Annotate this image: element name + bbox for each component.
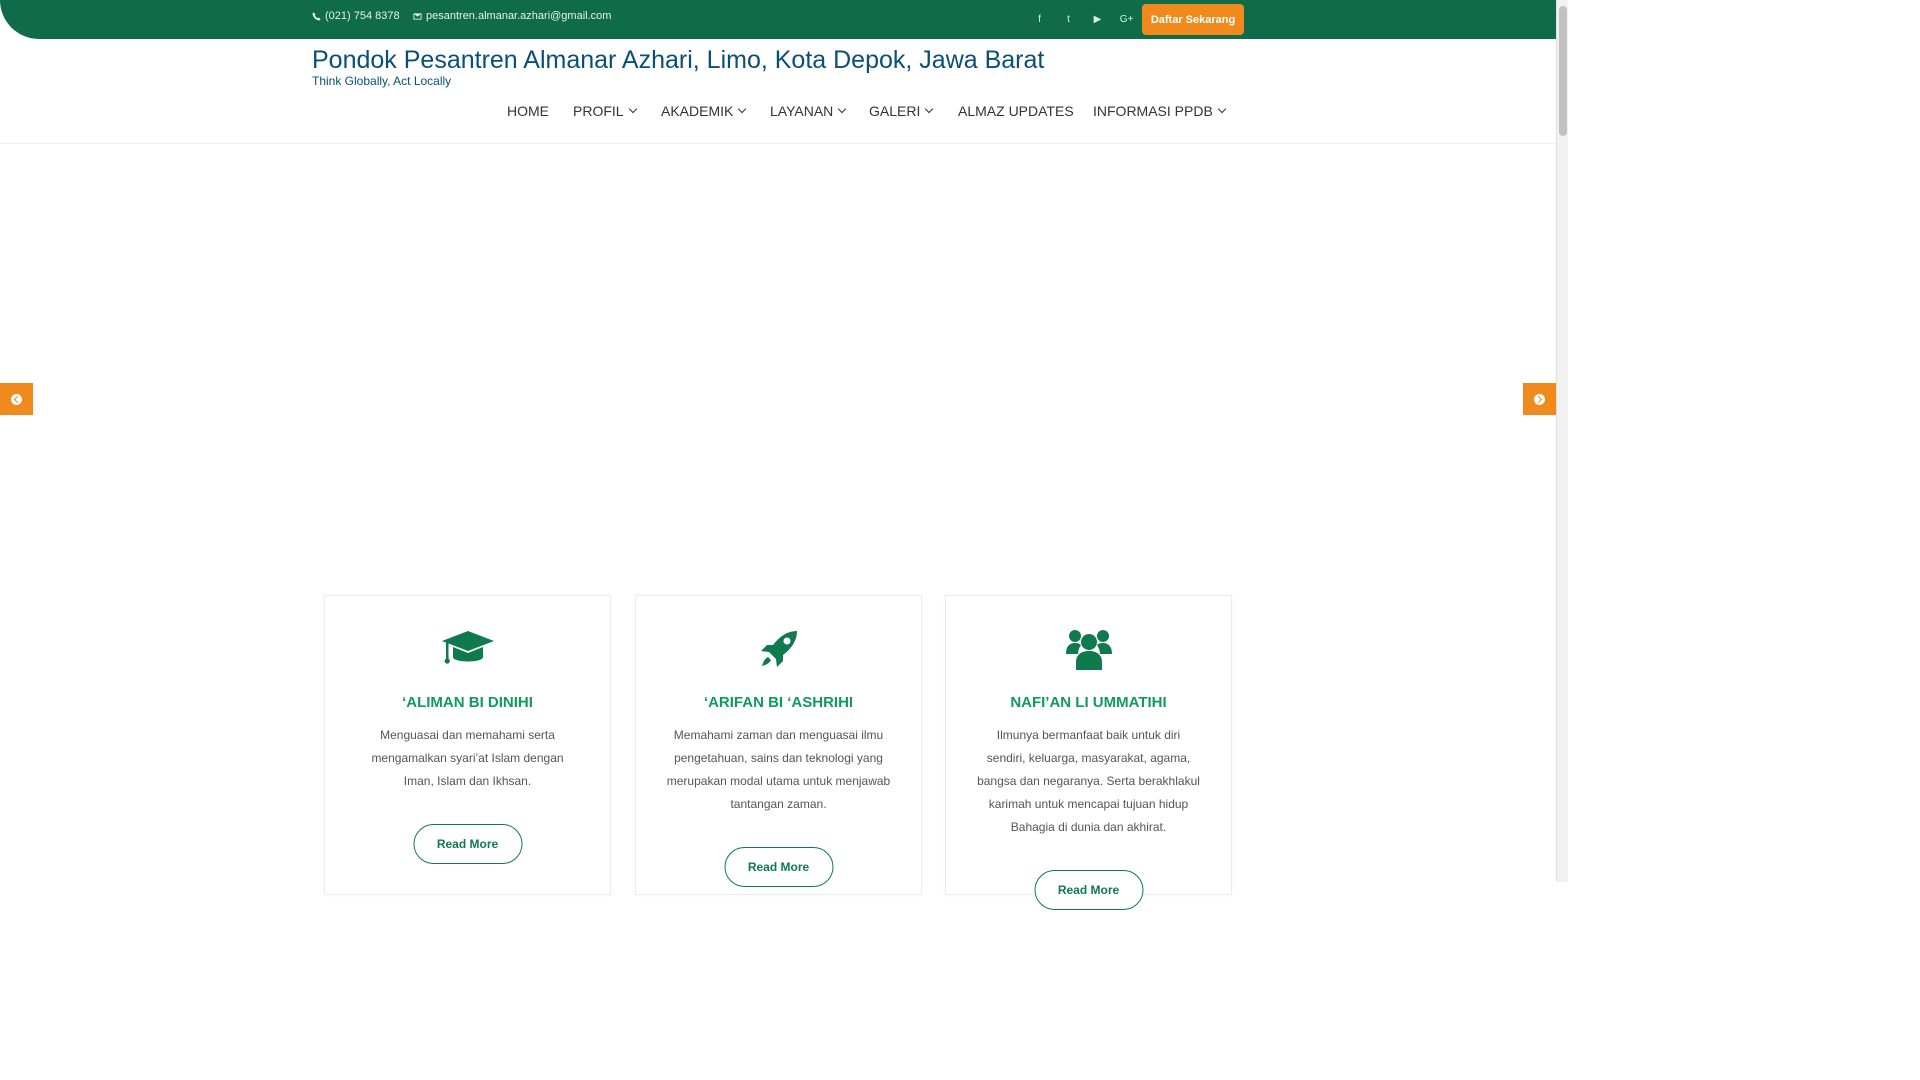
nav-label: GALERI: [869, 103, 921, 119]
feature-card: NAFI’AN LI UMMATIHI Ilmunya bermanfaat b…: [945, 595, 1232, 910]
chevron-down-icon: [628, 104, 637, 114]
envelope-icon: [413, 12, 422, 20]
hero-slider: [0, 143, 1556, 593]
email-address: pesantren.almanar.azhari@gmail.com: [426, 10, 612, 22]
card-text: Ilmunya bermanfaat baik untuk diri sendi…: [977, 728, 1200, 834]
arrow-right-circle-icon: [1534, 393, 1545, 405]
phone-number: (021) 754 8378: [325, 10, 400, 22]
read-more-button[interactable]: Read More: [413, 824, 522, 864]
card-title: NAFI’AN LI UMMATIHI: [1010, 694, 1167, 711]
email-contact[interactable]: pesantren.almanar.azhari@gmail.com: [413, 10, 611, 22]
nav-label: HOME: [507, 103, 549, 119]
nav-label: LAYANAN: [770, 103, 834, 119]
site-title[interactable]: Pondok Pesantren Almanar Azhari, Limo, K…: [312, 46, 1044, 75]
twitter-icon[interactable]: t: [1054, 0, 1083, 39]
phone-icon: [312, 11, 321, 21]
arrow-left-circle-icon: [11, 393, 22, 405]
scrollbar-thumb[interactable]: [1559, 6, 1567, 136]
nav-almaz-updates[interactable]: ALMAZ UPDATES: [958, 102, 1074, 120]
slider-prev-button[interactable]: [0, 383, 33, 415]
nav-label: ALMAZ UPDATES: [958, 103, 1074, 119]
card-title: ‘ARIFAN BI ‘ASHRIHI: [703, 694, 854, 711]
nav-akademik[interactable]: AKADEMIK: [661, 102, 747, 120]
nav-profil[interactable]: PROFIL: [573, 102, 637, 120]
read-more-button[interactable]: Read More: [1034, 870, 1143, 910]
card-text: Memahami zaman dan menguasai ilmu penget…: [666, 728, 891, 811]
chevron-down-icon: [738, 104, 747, 114]
nav-label: PROFIL: [573, 103, 624, 119]
chevron-down-icon: [838, 104, 847, 114]
card-title: ‘ALIMAN BI DINIHI: [402, 694, 533, 711]
phone-contact[interactable]: (021) 754 8378: [312, 10, 400, 22]
nav-informasi-ppdb[interactable]: INFORMASI PPDB: [1093, 102, 1227, 120]
chevron-down-icon: [925, 104, 934, 114]
top-bar: (021) 754 8378 pesantren.almanar.azhari@…: [0, 0, 1556, 39]
nav-label: INFORMASI PPDB: [1093, 103, 1213, 119]
feature-card: ‘ALIMAN BI DINIHI Menguasai dan memahami…: [324, 595, 611, 895]
nav-layanan[interactable]: LAYANAN: [770, 102, 847, 120]
google-plus-icon[interactable]: G+: [1112, 0, 1141, 39]
rocket-icon: [636, 626, 921, 672]
nav-label: AKADEMIK: [661, 103, 734, 119]
register-now-button[interactable]: Daftar Sekarang: [1142, 4, 1244, 35]
nav-galeri[interactable]: GALERI: [869, 102, 934, 120]
nav-home[interactable]: HOME: [507, 102, 549, 120]
card-text: Menguasai dan memahami serta mengamalkan…: [371, 728, 564, 788]
page-scrollbar[interactable]: [1556, 0, 1568, 882]
read-more-button[interactable]: Read More: [724, 847, 833, 887]
facebook-icon[interactable]: f: [1025, 0, 1054, 39]
feature-card: ‘ARIFAN BI ‘ASHRIHI Memahami zaman dan m…: [635, 595, 922, 895]
users-icon: [946, 626, 1231, 672]
site-tagline: Think Globally, Act Locally: [312, 74, 452, 88]
slider-next-button[interactable]: [1523, 383, 1556, 415]
graduation-cap-icon: [325, 626, 610, 672]
youtube-icon[interactable]: ▶: [1083, 0, 1112, 39]
chevron-down-icon: [1217, 104, 1227, 114]
